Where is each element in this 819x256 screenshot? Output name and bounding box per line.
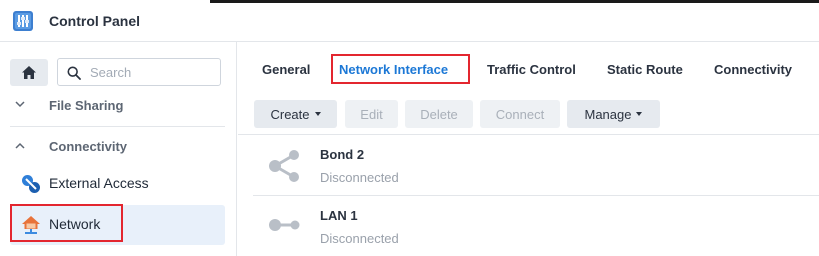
interface-status: Disconnected (320, 170, 399, 185)
section-connectivity[interactable]: Connectivity (0, 133, 237, 161)
chevron-down-icon (15, 101, 25, 108)
search-input[interactable] (90, 63, 214, 81)
tab-traffic-control[interactable]: Traffic Control (487, 62, 576, 77)
top-edge (210, 0, 819, 3)
list-item[interactable]: LAN 1 Disconnected (253, 197, 819, 256)
tab-static-route[interactable]: Static Route (607, 62, 683, 77)
interface-status: Disconnected (320, 231, 399, 246)
connect-button-label: Connect (495, 106, 545, 122)
create-button[interactable]: Create (254, 100, 337, 128)
sidebar-item-label: Network (49, 216, 101, 232)
tab-network-interface[interactable]: Network Interface (339, 62, 448, 77)
section-label: File Sharing (49, 98, 124, 113)
interface-name: LAN 1 (320, 208, 358, 223)
sidebar-item-label: External Access (49, 175, 149, 191)
window-title: Control Panel (49, 13, 141, 29)
tab-bar: General Network Interface Traffic Contro… (238, 42, 819, 94)
interface-name: Bond 2 (320, 147, 365, 162)
tab-general[interactable]: General (262, 62, 310, 77)
section-label: Connectivity (49, 139, 128, 154)
sidebar-item-network[interactable]: Network (10, 204, 225, 245)
section-file-sharing[interactable]: File Sharing (0, 92, 237, 120)
connect-button[interactable]: Connect (480, 100, 560, 128)
sidebar: File Sharing Connectivity External Acces… (0, 42, 237, 256)
title-bar: Control Panel (0, 0, 819, 42)
edit-button[interactable]: Edit (345, 100, 398, 128)
create-button-label: Create (270, 106, 310, 122)
control-panel-icon (13, 11, 33, 31)
sidebar-item-external-access[interactable]: External Access (10, 164, 225, 204)
lan-link-icon (269, 219, 300, 231)
manage-button[interactable]: Manage (567, 100, 660, 128)
manage-button-label: Manage (584, 106, 632, 122)
caret-down-icon (636, 112, 643, 116)
search-field[interactable] (57, 58, 221, 86)
search-icon (67, 66, 81, 80)
list-item[interactable]: Bond 2 Disconnected (253, 136, 819, 196)
tab-connectivity[interactable]: Connectivity (714, 62, 792, 77)
bond-share-icon (269, 150, 299, 182)
toolbar: Create Edit Delete Connect Manage (238, 94, 819, 135)
edit-button-label: Edit (360, 106, 383, 122)
home-icon (22, 66, 36, 79)
chevron-up-icon (15, 142, 25, 149)
delete-button[interactable]: Delete (405, 100, 473, 128)
delete-button-label: Delete (420, 106, 458, 122)
sidebar-divider (10, 126, 225, 127)
caret-down-icon (314, 112, 321, 116)
network-house-icon (22, 216, 40, 234)
home-button[interactable] (10, 59, 48, 86)
external-access-icon (22, 175, 40, 193)
